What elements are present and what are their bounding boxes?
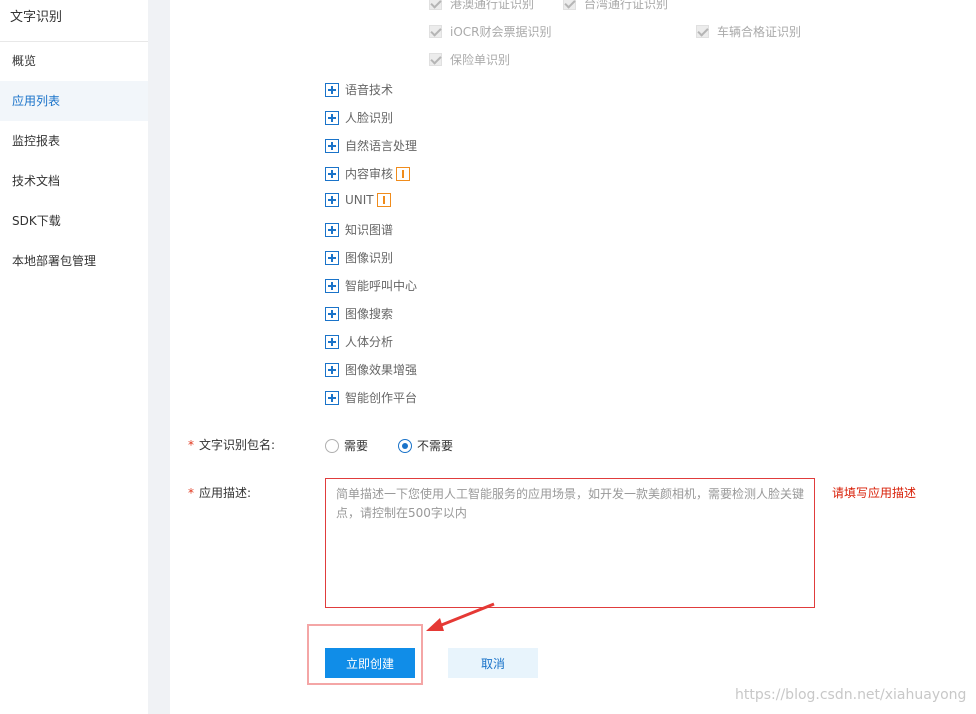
expand-plus-icon[interactable] — [325, 250, 339, 265]
tree-item-body-analysis[interactable]: 人体分析 — [325, 333, 393, 350]
create-now-button[interactable]: 立即创建 — [325, 648, 415, 678]
annotation-arrow-icon — [426, 602, 495, 631]
radio-not-need[interactable]: 不需要 — [398, 437, 453, 454]
expand-plus-icon[interactable] — [325, 193, 339, 207]
tree-item-call-center[interactable]: 智能呼叫中心 — [325, 277, 417, 294]
tree-item-creation-platform[interactable]: 智能创作平台 — [325, 389, 417, 406]
checkbox-vehicle-cert[interactable]: 车辆合格证识别 — [696, 23, 801, 40]
expand-plus-icon[interactable] — [325, 82, 339, 97]
expand-plus-icon[interactable] — [325, 390, 339, 405]
sidebar-item-local-deploy[interactable]: 本地部署包管理 — [0, 241, 148, 281]
cancel-button[interactable]: 取消 — [448, 648, 538, 678]
checkbox-label: 港澳通行证识别 — [450, 0, 535, 11]
expand-plus-icon[interactable] — [325, 334, 339, 349]
tree-item-content-review[interactable]: 内容审核 — [325, 165, 411, 182]
checkbox-label: 车辆合格证识别 — [717, 25, 802, 39]
sidebar-item-overview[interactable]: 概览 — [0, 41, 148, 81]
package-name-label-text: 文字识别包名: — [199, 438, 276, 452]
checkbox-checked-icon — [429, 25, 442, 38]
checkbox-taiwan-pass[interactable]: 台湾通行证识别 — [563, 0, 668, 12]
radio-unchecked-icon[interactable] — [325, 438, 339, 453]
tree-item-label: 知识图谱 — [345, 223, 394, 237]
expand-plus-icon[interactable] — [325, 138, 339, 153]
checkbox-label: 保险单识别 — [450, 53, 511, 67]
tree-item-label: UNIT — [345, 193, 374, 207]
sidebar: 文字识别 概览 应用列表 监控报表 技术文档 SDK下载 本地部署包管理 — [0, 0, 148, 714]
tree-item-image-enhance[interactable]: 图像效果增强 — [325, 361, 417, 378]
tree-item-label: 智能呼叫中心 — [345, 279, 418, 293]
checkbox-label: iOCR财会票据识别 — [450, 25, 552, 39]
description-textarea[interactable] — [325, 478, 815, 608]
package-name-label: * 文字识别包名: — [188, 436, 275, 453]
expand-plus-icon[interactable] — [325, 110, 339, 125]
sidebar-item-app-list[interactable]: 应用列表 — [0, 81, 148, 121]
radio-need[interactable]: 需要 — [325, 437, 368, 454]
checkbox-checked-icon — [429, 53, 442, 66]
tree-item-nlp[interactable]: 自然语言处理 — [325, 137, 417, 154]
tree-item-label: 语音技术 — [345, 83, 394, 97]
tree-item-label: 智能创作平台 — [345, 391, 418, 405]
info-badge-icon — [376, 193, 391, 207]
sidebar-item-sdk-download[interactable]: SDK下载 — [0, 201, 148, 241]
radio-label: 需要 — [344, 439, 369, 453]
tree-item-speech[interactable]: 语音技术 — [325, 81, 393, 98]
description-error-message: 请填写应用描述 — [832, 486, 917, 500]
tree-item-label: 人脸识别 — [345, 111, 394, 125]
tree-item-label: 自然语言处理 — [345, 139, 418, 153]
expand-plus-icon[interactable] — [325, 306, 339, 321]
description-label: * 应用描述: — [188, 484, 251, 501]
checkbox-checked-icon — [563, 0, 576, 10]
sidebar-title: 文字识别 — [10, 10, 63, 25]
watermark: https://blog.csdn.net/xiahuayong — [735, 687, 967, 703]
tree-item-image-search[interactable]: 图像搜索 — [325, 305, 393, 322]
sidebar-item-tech-docs[interactable]: 技术文档 — [0, 161, 148, 201]
expand-plus-icon[interactable] — [325, 166, 339, 181]
required-mark: * — [188, 438, 194, 452]
tree-item-label: 图像识别 — [345, 251, 394, 265]
tree-item-knowledge-graph[interactable]: 知识图谱 — [325, 221, 393, 238]
checkbox-insurance[interactable]: 保险单识别 — [429, 51, 510, 68]
tree-item-label: 图像效果增强 — [345, 363, 418, 377]
tree-item-unit[interactable]: UNIT — [325, 193, 391, 207]
tree-item-label: 内容审核 — [345, 167, 394, 181]
tree-item-label: 人体分析 — [345, 335, 394, 349]
radio-label: 不需要 — [417, 439, 454, 453]
radio-checked-icon[interactable] — [398, 438, 412, 453]
checkbox-iocr-finance[interactable]: iOCR财会票据识别 — [429, 23, 552, 40]
checkbox-checked-icon — [429, 0, 442, 10]
expand-plus-icon[interactable] — [325, 362, 339, 377]
tree-item-image-recognition[interactable]: 图像识别 — [325, 249, 393, 266]
expand-plus-icon[interactable] — [325, 222, 339, 237]
tree-item-face[interactable]: 人脸识别 — [325, 109, 393, 126]
sidebar-item-monitor-report[interactable]: 监控报表 — [0, 121, 148, 161]
required-mark: * — [188, 486, 194, 500]
checkbox-hk-macau-pass[interactable]: 港澳通行证识别 — [429, 0, 534, 12]
checkbox-label: 台湾通行证识别 — [584, 0, 669, 11]
info-badge-icon — [396, 166, 411, 181]
description-label-text: 应用描述: — [199, 486, 252, 500]
tree-item-label: 图像搜索 — [345, 307, 394, 321]
checkbox-checked-icon — [696, 25, 709, 38]
expand-plus-icon[interactable] — [325, 278, 339, 293]
sidebar-gutter — [148, 0, 170, 714]
